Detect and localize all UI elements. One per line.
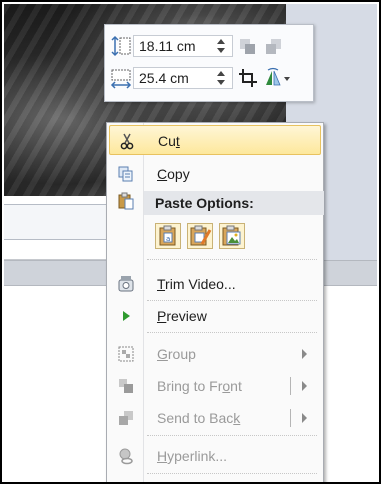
group-icon: [117, 345, 135, 363]
paste-use-destination-theme-icon[interactable]: a: [155, 223, 181, 249]
paste-options-header: Paste Options:: [144, 191, 324, 215]
menu-separator: [147, 435, 317, 436]
width-row: 25.4 cm: [109, 65, 291, 91]
menu-item-copy[interactable]: Copy: [109, 159, 321, 189]
bring-forward-icon[interactable]: [237, 35, 259, 57]
menu-label-send-to-back: Send to Back: [157, 410, 241, 426]
placeholder-box: [4, 204, 112, 240]
send-to-back-icon: [117, 409, 135, 427]
bring-to-front-icon: [117, 377, 135, 395]
paste-icon: [117, 192, 135, 210]
split-divider: [290, 377, 291, 395]
app-window: 18.11 cm 25.4 cm Cut Copy Paste Options:…: [0, 0, 381, 484]
menu-item-group[interactable]: Group: [109, 339, 321, 369]
trim-video-icon: [117, 275, 135, 293]
send-backward-icon[interactable]: [263, 35, 285, 57]
shape-width-icon: [109, 67, 133, 89]
context-menu: Cut Copy Paste Options: a Trim Video... …: [106, 122, 324, 482]
width-spinner[interactable]: [216, 70, 226, 86]
menu-item-cut[interactable]: Cut: [109, 125, 321, 155]
menu-label-hyperlink: Hyperlink...: [157, 448, 228, 464]
height-value: 18.11 cm: [139, 38, 196, 54]
menu-label-cut: Cut: [158, 133, 180, 149]
submenu-arrow-icon[interactable]: [302, 413, 307, 423]
menu-separator: [147, 332, 317, 333]
shape-height-icon: [109, 35, 133, 57]
menu-item-bring-to-front[interactable]: Bring to Front: [109, 371, 321, 401]
menu-label-trim-video: Trim Video...: [157, 276, 236, 292]
menu-separator: [147, 473, 317, 474]
paste-picture-icon[interactable]: [219, 223, 245, 249]
copy-icon: [117, 165, 135, 183]
paste-keep-source-formatting-icon[interactable]: [187, 223, 213, 249]
svg-text:a: a: [166, 235, 170, 243]
height-field[interactable]: 18.11 cm: [133, 35, 233, 57]
menu-label-group: Group: [157, 346, 196, 362]
width-field[interactable]: 25.4 cm: [133, 67, 233, 89]
scissors-icon: [118, 132, 136, 150]
hyperlink-icon: [117, 447, 135, 465]
menu-item-send-to-back[interactable]: Send to Back: [109, 403, 321, 433]
height-spinner[interactable]: [216, 38, 226, 54]
menu-label-copy: Copy: [157, 166, 190, 182]
crop-icon[interactable]: [237, 67, 259, 89]
menu-separator: [147, 259, 317, 260]
paste-options-buttons: a: [155, 223, 245, 249]
menu-item-preview[interactable]: Preview: [109, 301, 321, 331]
size-mini-toolbar: 18.11 cm 25.4 cm: [104, 24, 314, 102]
rotate-icon[interactable]: [263, 67, 291, 89]
width-value: 25.4 cm: [139, 70, 189, 86]
menu-label-bring-to-front: Bring to Front: [157, 378, 242, 394]
submenu-arrow-icon: [302, 349, 307, 359]
menu-label-preview: Preview: [157, 308, 207, 324]
menu-item-hyperlink[interactable]: Hyperlink...: [109, 441, 321, 471]
play-icon: [117, 307, 135, 325]
height-row: 18.11 cm: [109, 33, 285, 59]
submenu-arrow-icon[interactable]: [302, 381, 307, 391]
menu-item-trim-video[interactable]: Trim Video...: [109, 269, 321, 299]
split-divider: [290, 409, 291, 427]
